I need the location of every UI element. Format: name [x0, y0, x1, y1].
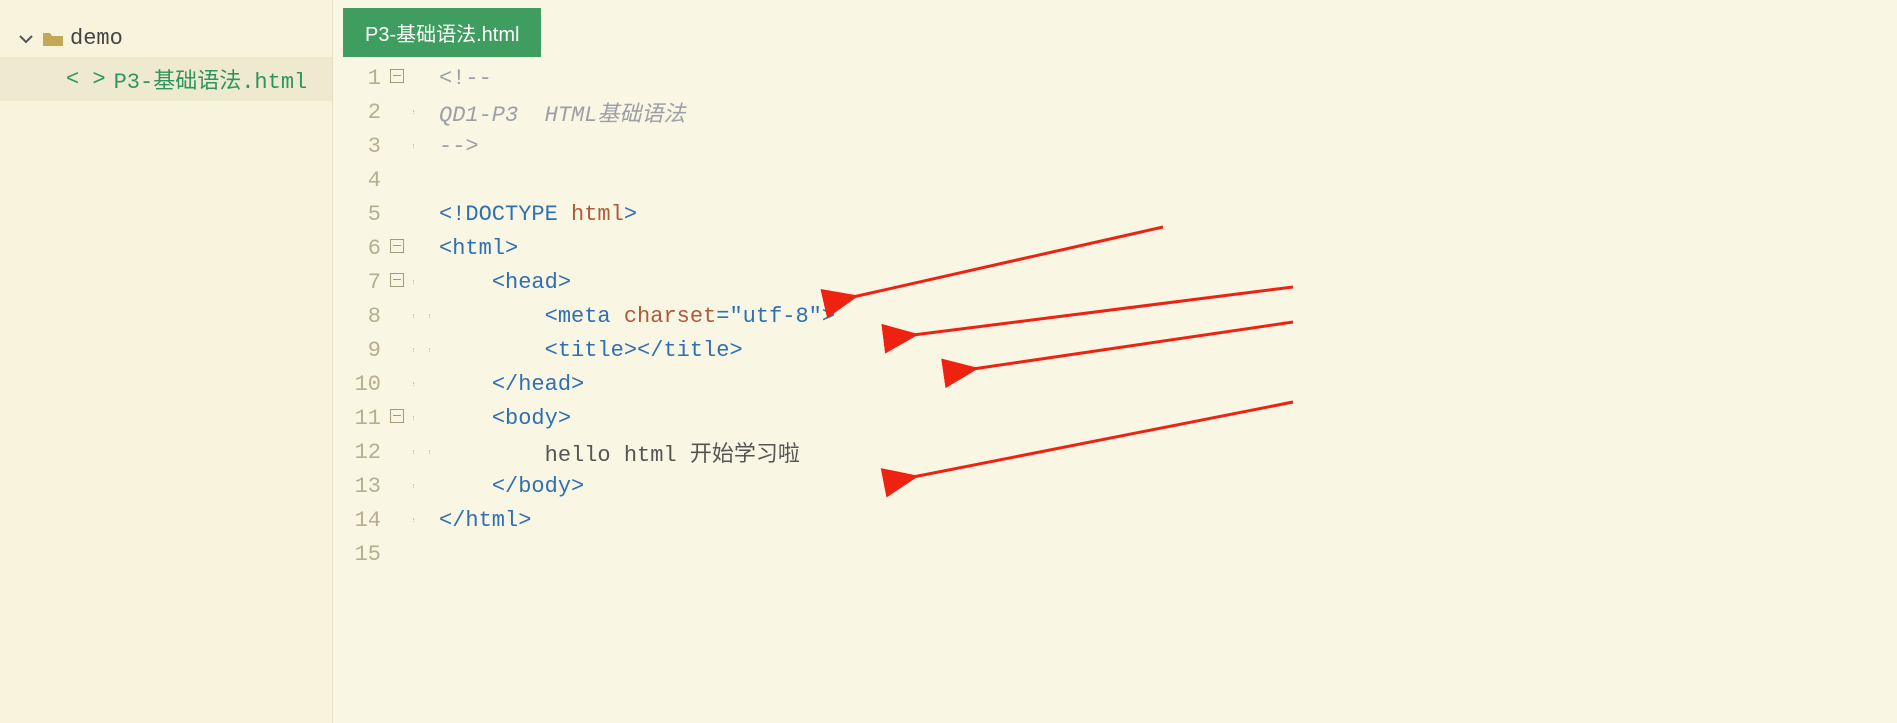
- line-number: 11: [333, 406, 387, 431]
- line-number: 3: [333, 134, 387, 159]
- tree-folder[interactable]: demo: [0, 20, 332, 57]
- code-file-icon: < >: [66, 67, 106, 92]
- tab-bar: P3-基础语法.html: [333, 0, 1897, 57]
- line-number: 15: [333, 542, 387, 567]
- code-content: <meta charset="utf-8">: [439, 304, 835, 329]
- line-number: 12: [333, 440, 387, 465]
- code-line[interactable]: 6 <html>: [333, 231, 1897, 265]
- line-number: 6: [333, 236, 387, 261]
- code-line[interactable]: 2 QD1-P3 HTML基础语法: [333, 95, 1897, 129]
- editor-tab[interactable]: P3-基础语法.html: [343, 8, 541, 57]
- fold-gutter[interactable]: [387, 273, 407, 292]
- code-content: <!--: [439, 66, 492, 91]
- code-line[interactable]: 4: [333, 163, 1897, 197]
- code-line[interactable]: 11 <body>: [333, 401, 1897, 435]
- code-content: -->: [439, 134, 479, 159]
- code-line[interactable]: 9 <title></title>: [333, 333, 1897, 367]
- fold-gutter[interactable]: [387, 239, 407, 258]
- code-line[interactable]: 10 </head>: [333, 367, 1897, 401]
- file-label: P3-基础语法.html: [114, 63, 308, 95]
- code-editor[interactable]: 1 <!-- 2 QD1-P3 HTML基础语法 3 --> 4 5 <!DOCTYPE htm…: [333, 57, 1897, 723]
- line-number: 7: [333, 270, 387, 295]
- line-number: 5: [333, 202, 387, 227]
- code-line[interactable]: 14 </html>: [333, 503, 1897, 537]
- fold-gutter[interactable]: [387, 69, 407, 88]
- code-content: </head>: [439, 372, 584, 397]
- code-content: </body>: [439, 474, 584, 499]
- code-line[interactable]: 1 <!--: [333, 61, 1897, 95]
- code-content: <!DOCTYPE html>: [439, 202, 637, 227]
- folder-label: demo: [70, 26, 123, 51]
- folder-icon: [42, 30, 64, 48]
- code-content: <html>: [439, 236, 518, 261]
- code-content: <title></title>: [439, 338, 743, 363]
- code-line[interactable]: 3 -->: [333, 129, 1897, 163]
- line-number: 14: [333, 508, 387, 533]
- code-line[interactable]: 13 </body>: [333, 469, 1897, 503]
- tree-file[interactable]: < > P3-基础语法.html: [0, 57, 332, 101]
- code-line[interactable]: 15: [333, 537, 1897, 571]
- code-line[interactable]: 8 <meta charset="utf-8">: [333, 299, 1897, 333]
- line-number: 13: [333, 474, 387, 499]
- code-content: <body>: [439, 406, 571, 431]
- code-content: </html>: [439, 508, 531, 533]
- tab-label: P3-基础语法.html: [365, 24, 519, 46]
- line-number: 9: [333, 338, 387, 363]
- line-number: 4: [333, 168, 387, 193]
- code-line[interactable]: 7 <head>: [333, 265, 1897, 299]
- sidebar: demo < > P3-基础语法.html: [0, 0, 333, 723]
- code-content: hello html 开始学习啦: [439, 436, 800, 468]
- line-number: 10: [333, 372, 387, 397]
- fold-gutter[interactable]: [387, 409, 407, 428]
- editor-area: P3-基础语法.html 1 <!-- 2 QD1-P3 HTML基础语法 3 --> 4 5…: [333, 0, 1897, 723]
- line-number: 2: [333, 100, 387, 125]
- code-line[interactable]: 12 hello html 开始学习啦: [333, 435, 1897, 469]
- line-number: 1: [333, 66, 387, 91]
- code-content: QD1-P3 HTML基础语法: [439, 96, 685, 128]
- line-number: 8: [333, 304, 387, 329]
- code-content: <head>: [439, 270, 571, 295]
- chevron-down-icon: [18, 31, 42, 47]
- code-line[interactable]: 5 <!DOCTYPE html>: [333, 197, 1897, 231]
